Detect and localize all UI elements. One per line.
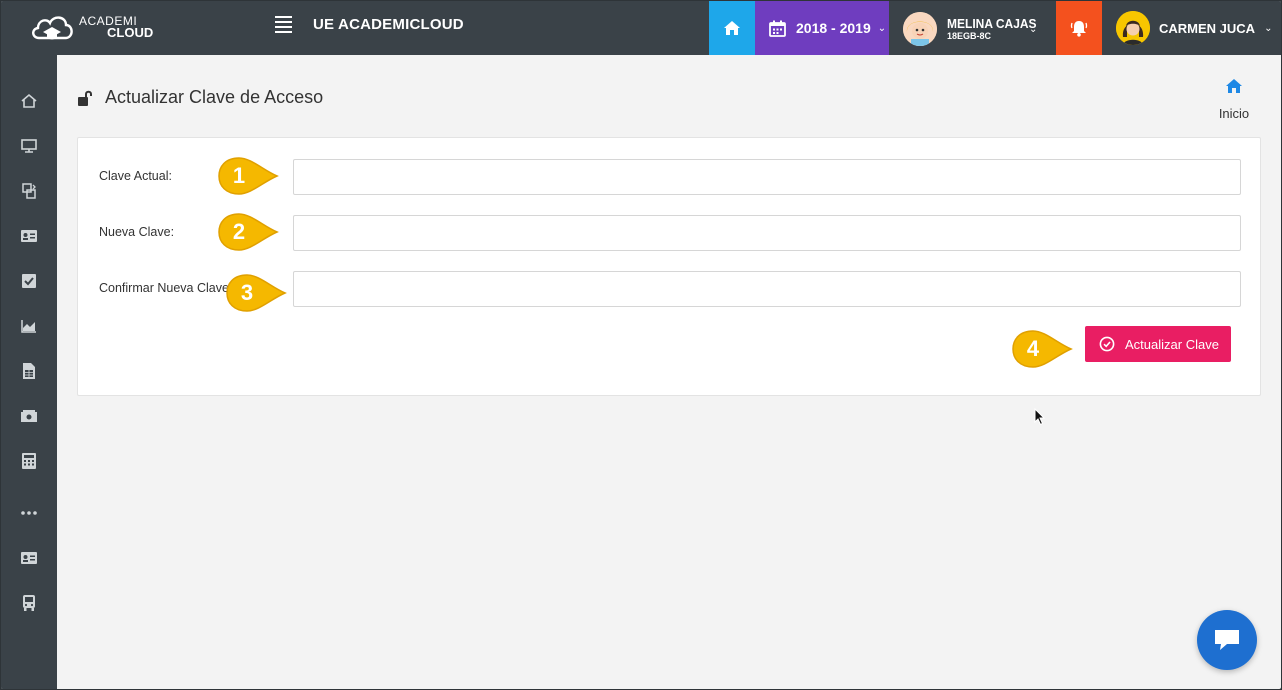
callout-number: 1: [232, 163, 246, 188]
sidebar-item-id-card[interactable]: [19, 226, 39, 246]
sidebar-item-monitor[interactable]: [19, 136, 39, 156]
notifications-button[interactable]: [1056, 1, 1102, 55]
logo[interactable]: ACADEMI CLOUD: [29, 9, 159, 45]
logo-text-line2: CLOUD: [107, 25, 154, 40]
current-password-label: Clave Actual:: [99, 169, 172, 183]
id-card-icon: [21, 230, 37, 242]
bus-icon: [23, 595, 35, 611]
sidebar-item-id-card-2[interactable]: [19, 548, 39, 568]
home-button[interactable]: [709, 1, 755, 55]
callout-marker-2: 2: [217, 211, 279, 253]
sidebar-item-transport[interactable]: [19, 593, 39, 613]
chat-icon: [1215, 630, 1239, 650]
new-password-input[interactable]: [293, 215, 1241, 251]
calendar-icon: [769, 20, 786, 37]
update-password-label: Actualizar Clave: [1125, 336, 1219, 352]
student-course-code: 18EGB-8C: [947, 30, 992, 41]
user-menu[interactable]: CARMEN JUCA ⌄: [1116, 10, 1276, 46]
student-selector[interactable]: MELINA CAJAS 18EGB-8C ⌄: [903, 10, 1053, 48]
callout-marker-4: 4: [1011, 328, 1073, 370]
confirm-password-input[interactable]: [293, 271, 1241, 307]
spreadsheet-icon: [23, 363, 35, 379]
sidebar-item-tasks[interactable]: [19, 271, 39, 291]
sidebar-item-home[interactable]: [19, 91, 39, 111]
sidebar-item-reports[interactable]: [19, 316, 39, 336]
menu-toggle-icon[interactable]: [275, 16, 293, 33]
callout-marker-3: 3: [225, 272, 287, 314]
unlock-icon: [78, 90, 92, 106]
home-icon: [1226, 79, 1242, 93]
breadcrumb-label: Inicio: [1218, 106, 1250, 121]
calculator-icon: [22, 453, 36, 469]
student-avatar: [903, 12, 937, 46]
confirm-password-label: Confirmar Nueva Clave:: [99, 281, 233, 295]
callout-number: 3: [240, 280, 254, 305]
sidebar-item-transfer[interactable]: [19, 181, 39, 201]
money-icon: [21, 410, 37, 422]
check-circle-icon: [1099, 336, 1115, 352]
area-chart-icon: [21, 320, 36, 333]
callout-marker-1: 1: [217, 155, 279, 197]
bell-icon: [1070, 21, 1088, 37]
breadcrumb-home[interactable]: Inicio: [1211, 77, 1257, 121]
checkbox-icon: [22, 274, 36, 288]
home-icon: [724, 21, 740, 35]
sidebar-item-calculator[interactable]: [19, 451, 39, 471]
callout-number: 4: [1026, 336, 1040, 361]
chevron-down-icon: ⌄: [1264, 22, 1273, 34]
school-name: UE ACADEMICLOUD: [313, 16, 464, 33]
current-password-input[interactable]: [293, 159, 1241, 195]
top-bar: ACADEMI CLOUD UE ACADEMICLOUD 2018 - 201…: [1, 1, 1281, 55]
more-icon: [21, 511, 37, 515]
school-year-label: 2018 - 2019: [796, 20, 871, 36]
student-name: MELINA CAJAS: [947, 16, 1037, 31]
home-icon: [21, 93, 37, 108]
chevron-down-icon: ⌄: [877, 22, 887, 34]
sidebar-item-more[interactable]: [19, 503, 39, 523]
page-title: Actualizar Clave de Acceso: [105, 87, 324, 107]
sidebar-item-grades[interactable]: [19, 361, 39, 381]
callout-number: 2: [232, 219, 246, 244]
sidebar-item-payments[interactable]: [19, 406, 39, 426]
id-card-icon: [21, 552, 37, 564]
mouse-cursor-icon: [1034, 408, 1046, 426]
page-header: Actualizar Clave de Acceso: [77, 87, 323, 108]
school-year-selector[interactable]: 2018 - 2019 ⌄: [755, 1, 889, 55]
chevron-down-icon: ⌄: [1029, 24, 1038, 35]
sidebar: [1, 55, 57, 689]
user-name: CARMEN JUCA: [1159, 20, 1256, 36]
cloud-logo-icon: [32, 16, 73, 40]
new-password-label: Nueva Clave:: [99, 225, 175, 239]
transfer-icon: [22, 183, 36, 199]
update-password-button[interactable]: Actualizar Clave: [1085, 326, 1231, 362]
monitor-icon: [21, 139, 37, 153]
user-avatar: [1116, 11, 1150, 45]
chat-button[interactable]: [1197, 610, 1257, 670]
app-window: ACADEMI CLOUD UE ACADEMICLOUD 2018 - 201…: [1, 1, 1281, 689]
